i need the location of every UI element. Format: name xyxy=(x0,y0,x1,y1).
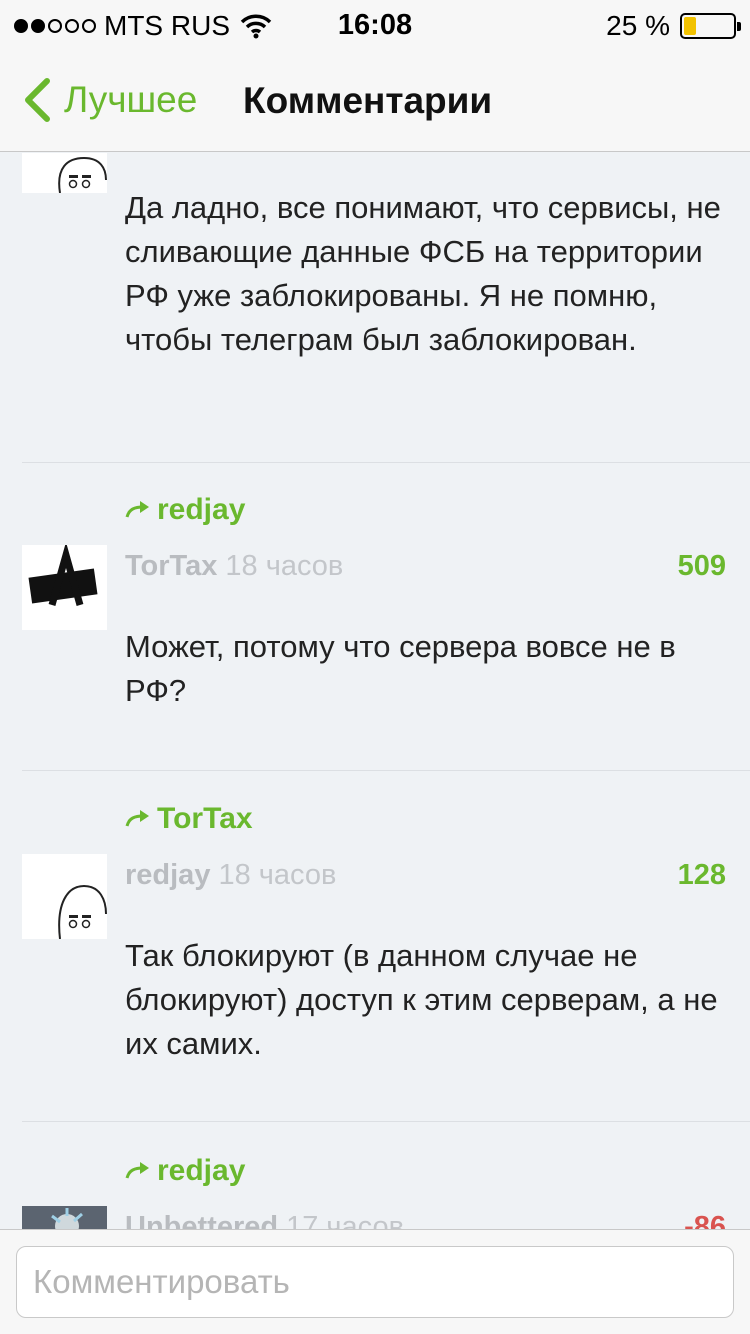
divider xyxy=(22,770,750,771)
battery-icon xyxy=(680,13,741,39)
status-right: 25 % xyxy=(606,10,741,42)
back-button[interactable]: Лучшее xyxy=(22,78,197,122)
comment-text: Может, потому что сервера вовсе не в РФ? xyxy=(125,629,676,708)
reply-arrow-icon xyxy=(125,810,149,827)
reply-to-name: redjay xyxy=(157,1154,246,1187)
navigation-bar: Лучшее Комментарии xyxy=(0,52,750,152)
comment-score[interactable]: 509 xyxy=(678,550,726,583)
comment-score[interactable]: -86 xyxy=(684,1211,726,1229)
comments-list[interactable]: Да ладно, все понимают, что сервисы, не … xyxy=(0,153,750,1229)
author-name[interactable]: Unbettered xyxy=(125,1211,278,1229)
battery-level xyxy=(684,17,696,35)
comment-time: 17 часов xyxy=(286,1211,404,1229)
reply-to-name: TorTax xyxy=(157,802,253,835)
reply-to-link[interactable]: redjay xyxy=(125,1154,245,1188)
comment-meta: TorTax 18 часов xyxy=(125,550,343,583)
status-bar: MTS RUS 16:08 25 % xyxy=(0,0,750,52)
avatar[interactable] xyxy=(22,153,107,193)
troll-face-icon xyxy=(58,156,107,193)
reply-arrow-icon xyxy=(125,501,149,518)
comment-meta: redjay 18 часов xyxy=(125,859,336,892)
comment-input[interactable] xyxy=(16,1246,734,1318)
page-title: Комментарии xyxy=(243,80,493,121)
avatar-image xyxy=(51,1208,83,1229)
author-name[interactable]: TorTax xyxy=(125,550,217,582)
divider xyxy=(22,1121,750,1122)
reply-to-link[interactable]: TorTax xyxy=(125,802,253,836)
avatar[interactable] xyxy=(22,854,107,939)
comment-score[interactable]: 128 xyxy=(678,859,726,892)
avatar-image xyxy=(28,545,98,606)
reply-to-link[interactable]: redjay xyxy=(125,493,245,527)
reply-arrow-icon xyxy=(125,1162,149,1179)
comment-time: 18 часов xyxy=(225,550,344,582)
troll-face-icon xyxy=(58,884,107,939)
avatar[interactable] xyxy=(22,1206,107,1229)
chevron-left-icon xyxy=(25,78,50,122)
comment-time: 18 часов xyxy=(218,859,337,891)
comment-text: Так блокируют (в данном случае не блокир… xyxy=(125,938,718,1061)
divider xyxy=(22,462,750,463)
reply-to-name: redjay xyxy=(157,493,246,526)
back-label: Лучшее xyxy=(64,79,198,120)
comment-input-bar xyxy=(0,1229,750,1334)
avatar[interactable] xyxy=(22,545,107,630)
author-name[interactable]: redjay xyxy=(125,859,210,891)
battery-percent: 25 % xyxy=(606,10,670,41)
comment-meta: Unbettered 17 часов xyxy=(125,1211,404,1229)
comment-text: Да ладно, все понимают, что сервисы, не … xyxy=(125,190,721,357)
